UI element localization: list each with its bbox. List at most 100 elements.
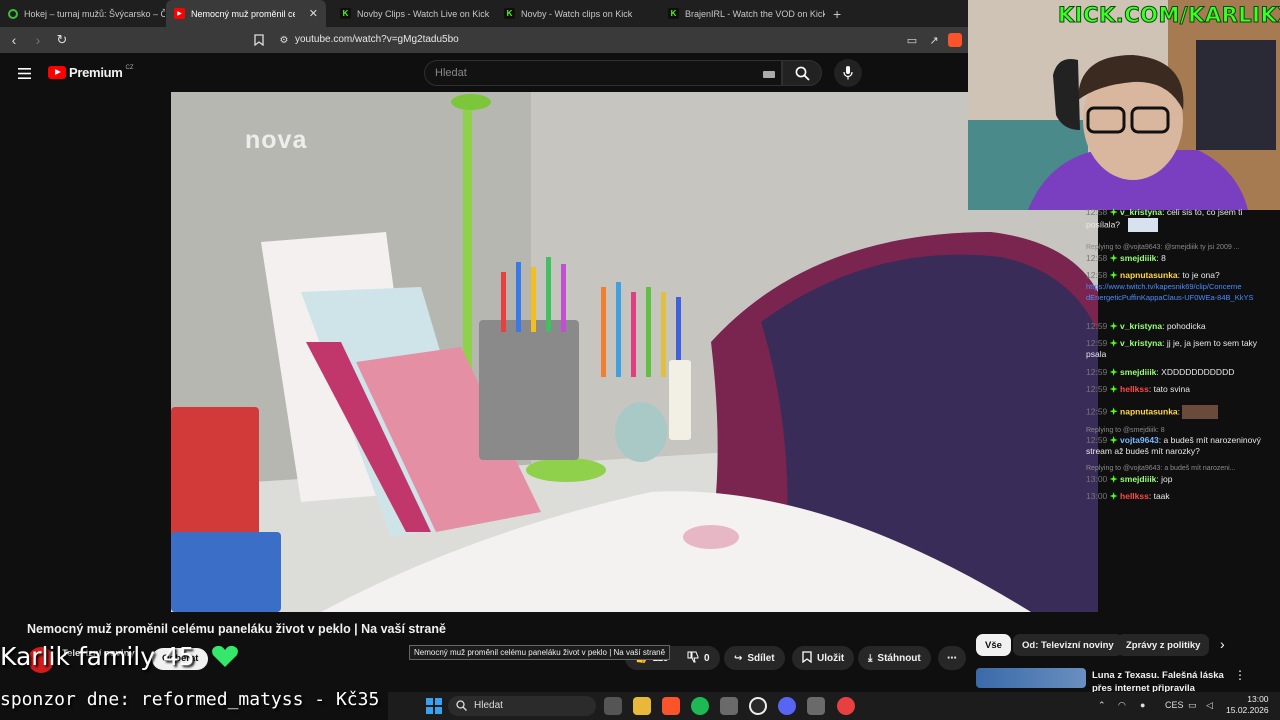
chat-message: 13:00 hellkss: taak (1086, 491, 1170, 501)
youtube-icon: ▶ (174, 8, 185, 19)
chevron-right-icon[interactable]: › (1220, 636, 1225, 652)
chat-badge-icon (1109, 492, 1118, 500)
webcam-frame (968, 0, 1280, 210)
browser-tab-active[interactable]: ▶ Nemocný muž proměnil celé ✕ (166, 0, 326, 27)
site-info-icon[interactable]: ⚙ (274, 30, 294, 50)
app-icon[interactable] (807, 697, 825, 715)
search-placeholder: Hledat (435, 67, 467, 79)
chat-emote (1128, 218, 1159, 232)
chat-message: 12:59 v_kristyna: jj je, ja jsem to sem … (1086, 338, 1258, 359)
video-player[interactable]: nova (171, 92, 1098, 612)
wifi-icon[interactable]: ◠ (1118, 700, 1126, 711)
search-button[interactable] (782, 60, 822, 86)
forward-icon[interactable]: › (28, 30, 48, 50)
stream-chat: 12:58 v_kristyna: celi sis to, co jsem t… (1084, 205, 1272, 505)
chat-badge-icon (1109, 407, 1118, 416)
video-title: Nemocný muž proměnil celému paneláku živ… (27, 622, 446, 636)
bookmark-icon (802, 650, 812, 666)
obs-icon[interactable] (749, 697, 767, 715)
chat-message: 12:59 smejdiiik: XDDDDDDDDDDD (1086, 367, 1235, 377)
brave-browser-icon[interactable] (662, 697, 680, 715)
kick-icon: K (340, 8, 351, 19)
new-tab-button[interactable]: + (825, 0, 845, 27)
screenshot-icon[interactable]: ▭ (902, 30, 922, 50)
tab-title: BrajenIRL - Watch the VOD on Kick (685, 8, 825, 19)
chat-message: 13:00 smejdiiik: jop (1086, 474, 1173, 484)
language-indicator[interactable]: CES (1165, 700, 1184, 710)
browser-tab[interactable]: K Novby - Watch clips on Kick (496, 0, 661, 27)
stream-overlay-sponsor: sponzor dne: reformed_matyss - Kč35 (0, 689, 380, 710)
spotify-icon[interactable] (691, 697, 709, 715)
taskbar-search[interactable]: Hledat (448, 696, 596, 716)
app-icon[interactable] (837, 697, 855, 715)
tray-expand-icon[interactable]: ⌃ (1098, 700, 1106, 711)
chip-all[interactable]: Vše (976, 634, 1011, 656)
address-bar-row: ‹ › ↻ ⚙ youtube.com/watch?v=gMg2tadu5bo … (0, 27, 968, 53)
browser-tab[interactable]: K BrajenIRL - Watch the VOD on Kick (660, 0, 825, 27)
more-actions-button[interactable]: ⋯ (938, 646, 966, 670)
download-button[interactable]: ⤓ Stáhnout (858, 646, 931, 670)
task-view-icon[interactable] (604, 697, 622, 715)
more-icon: ⋯ (947, 652, 957, 664)
chat-message: 12:59 napnutasunka: (1086, 405, 1272, 419)
title-tooltip: Nemocný muž proměnil celému paneláku živ… (409, 645, 671, 660)
chat-message: 12:58 v_kristyna: celi sis to, co jsem t… (1086, 207, 1272, 232)
chat-message: 12:59 hellkss: tato svina (1086, 384, 1190, 394)
voice-search-button[interactable] (834, 59, 862, 87)
related-video-thumbnail[interactable] (976, 668, 1086, 688)
streamer-webcam (968, 0, 1280, 210)
chat-badge-icon (1109, 368, 1118, 376)
network-icon[interactable]: ▭ (1188, 700, 1197, 711)
system-clock[interactable]: 13:00 15.02.2026 (1226, 694, 1269, 716)
youtube-logo[interactable]: Premium CZ (48, 65, 134, 80)
browser-tab[interactable]: K Novby Clips - Watch Live on Kick (332, 0, 497, 27)
chat-badge-icon (1109, 208, 1118, 216)
tab-title: Novby - Watch clips on Kick (521, 8, 633, 19)
back-icon[interactable]: ‹ (4, 30, 24, 50)
logo-text: Premium (69, 65, 123, 80)
app-icon[interactable] (720, 697, 738, 715)
share-arrow-icon: ↪ (734, 652, 743, 664)
heart-icon (211, 645, 238, 667)
youtube-logo-icon (48, 66, 66, 79)
chat-reply-context: Replying to @vojta9643: a budeš mít naro… (1086, 465, 1236, 472)
share-button[interactable]: ↪ Sdílet (724, 646, 785, 670)
tab-title: Hokej – turnaj mužů: Švýcarsko – Če... (24, 8, 165, 19)
dislike-count: 0 (704, 652, 710, 664)
windows-start-icon[interactable] (426, 698, 442, 714)
chat-message: 12:58 smejdiiik: 8 (1086, 253, 1166, 263)
url-field[interactable]: youtube.com/watch?v=gMg2tadu5bo (295, 34, 459, 45)
discord-icon[interactable] (778, 697, 796, 715)
chat-badge-icon (1109, 322, 1118, 330)
windows-taskbar: Hledat ⌃ ◠ ● CES ▭ ◁ 13:00 15.02.2026 (388, 692, 1280, 720)
chat-badge-icon (1109, 436, 1118, 444)
volume-icon[interactable]: ◁ (1206, 700, 1213, 711)
chat-message: 12:58 napnutasunka: to je ona? (1086, 270, 1220, 280)
chat-message: 12:59 v_kristyna: pohodicka (1086, 321, 1206, 331)
share-icon[interactable]: ↗ (924, 30, 944, 50)
more-vert-icon[interactable]: ⋮ (1234, 668, 1246, 682)
browser-tab[interactable]: Hokej – turnaj mužů: Švýcarsko – Če... (0, 0, 165, 27)
stream-overlay-title: Karlik family 45 (0, 642, 239, 671)
browser-tab-strip: Hokej – turnaj mužů: Švýcarsko – Če... ▶… (0, 0, 968, 27)
kick-icon: K (504, 8, 515, 19)
region-label: CZ (125, 64, 134, 71)
chat-link[interactable]: https://www.twitch.tv/kapesnik69/clip/Co… (1086, 281, 1272, 303)
kick-icon: K (668, 8, 679, 19)
reload-icon[interactable]: ↻ (52, 30, 72, 50)
chip-politics[interactable]: Zprávy z politiky (1117, 634, 1210, 656)
save-button[interactable]: Uložit (792, 646, 855, 670)
kick-channel-overlay: KICK.COM/KARLIKXD (1058, 3, 1280, 28)
keyboard-icon[interactable] (763, 71, 775, 78)
close-tab-icon[interactable]: ✕ (309, 7, 318, 20)
chip-channel[interactable]: Od: Televizní noviny (1013, 634, 1123, 656)
chat-reply-context: Replying to @vojta9643: @smejdiiik ty js… (1086, 244, 1240, 251)
search-input[interactable]: Hledat (424, 60, 782, 86)
tray-icon[interactable]: ● (1140, 700, 1145, 710)
menu-icon[interactable] (18, 66, 31, 84)
dislike-button[interactable]: 0 (677, 646, 720, 670)
brave-shield-icon[interactable] (948, 33, 962, 47)
youtube-header: Premium CZ Hledat (0, 53, 968, 92)
bookmark-icon[interactable] (249, 30, 269, 50)
file-explorer-icon[interactable] (633, 697, 651, 715)
